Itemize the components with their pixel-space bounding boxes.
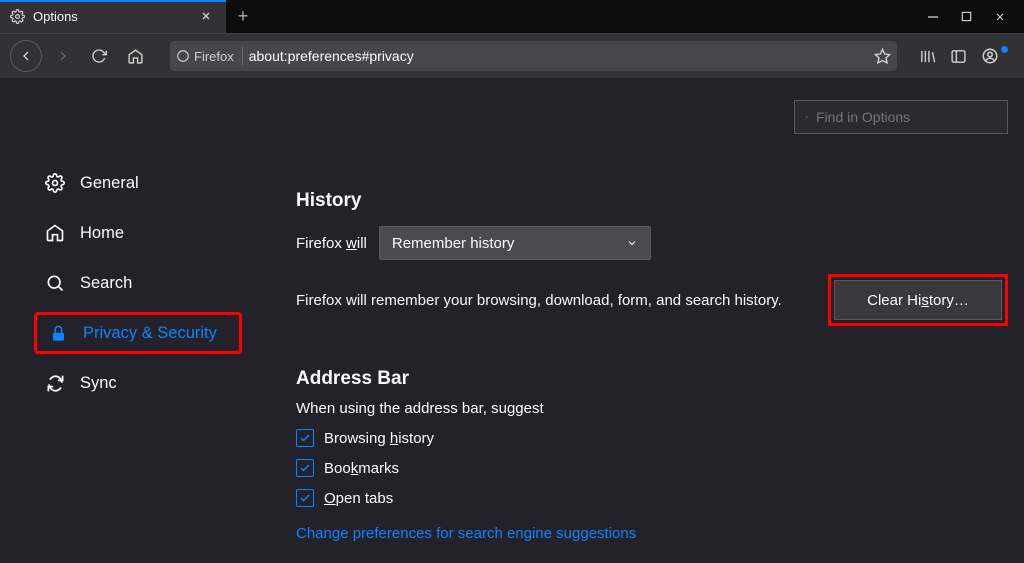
- firefox-will-label: Firefox will: [296, 235, 367, 252]
- sidebar-item-label: Home: [80, 224, 124, 243]
- sidebar-item-label: Sync: [80, 374, 117, 393]
- window-controls: [927, 0, 1024, 33]
- account-button[interactable]: [981, 47, 1006, 65]
- minimize-button[interactable]: [927, 11, 939, 23]
- back-button[interactable]: [10, 40, 42, 72]
- chevron-down-icon: [626, 237, 638, 249]
- checkbox-label: Open tabs: [324, 490, 393, 507]
- home-button[interactable]: [120, 41, 150, 71]
- sidebar-item-label: General: [80, 174, 139, 193]
- browser-tab[interactable]: Options: [0, 0, 226, 33]
- select-value: Remember history: [392, 235, 515, 252]
- reload-button[interactable]: [84, 41, 114, 71]
- titlebar: Options +: [0, 0, 1024, 33]
- sidebar-item-label: Search: [80, 274, 132, 293]
- forward-button[interactable]: [48, 41, 78, 71]
- tab-title: Options: [33, 9, 196, 24]
- firefox-brand-icon: [176, 49, 190, 63]
- identity-label: Firefox: [194, 49, 234, 64]
- clear-history-button[interactable]: Clear History…: [834, 280, 1002, 320]
- lock-icon: [47, 324, 69, 343]
- search-icon: [805, 110, 808, 124]
- sidebar-item-general[interactable]: General: [34, 162, 242, 204]
- clear-history-highlight: Clear History…: [828, 274, 1008, 326]
- identity-box[interactable]: Firefox: [176, 49, 240, 64]
- bookmark-star-button[interactable]: [874, 48, 891, 65]
- library-button[interactable]: [919, 48, 936, 65]
- tab-close-button[interactable]: [196, 7, 216, 27]
- tab-active-indicator: [0, 0, 226, 2]
- sidebar-button[interactable]: [950, 48, 967, 65]
- sidebar-item-privacy[interactable]: Privacy & Security: [34, 312, 242, 354]
- find-in-options[interactable]: [794, 100, 1008, 134]
- search-suggestions-link[interactable]: Change preferences for search engine sug…: [296, 525, 636, 542]
- checkbox-bookmarks[interactable]: [296, 459, 314, 477]
- notification-dot: [1001, 46, 1008, 53]
- checkbox-browsing-history[interactable]: [296, 429, 314, 447]
- sidebar-item-home[interactable]: Home: [34, 212, 242, 254]
- home-icon: [44, 223, 66, 243]
- checkbox-label: Browsing history: [324, 430, 434, 447]
- sync-icon: [44, 374, 66, 393]
- preferences-main: History Firefox will Remember history Fi…: [260, 78, 1024, 563]
- urlbar-separator: [242, 47, 243, 65]
- preferences-sidebar: General Home Search Privacy & Security S…: [0, 78, 260, 563]
- history-heading: History: [296, 190, 1008, 212]
- history-mode-select[interactable]: Remember history: [379, 226, 651, 260]
- gear-icon: [10, 9, 25, 24]
- nav-toolbar: Firefox: [0, 33, 1024, 78]
- addressbar-heading: Address Bar: [296, 368, 1008, 390]
- addressbar-subdesc: When using the address bar, suggest: [296, 400, 1008, 417]
- checkbox-label: Bookmarks: [324, 460, 399, 477]
- sidebar-item-search[interactable]: Search: [34, 262, 242, 304]
- sidebar-item-sync[interactable]: Sync: [34, 362, 242, 404]
- sidebar-item-label: Privacy & Security: [83, 324, 217, 343]
- close-window-button[interactable]: [994, 11, 1006, 23]
- url-bar[interactable]: Firefox: [170, 41, 897, 71]
- gear-icon: [44, 173, 66, 193]
- history-description: Firefox will remember your browsing, dow…: [296, 292, 782, 309]
- checkbox-open-tabs[interactable]: [296, 489, 314, 507]
- maximize-button[interactable]: [961, 11, 972, 22]
- search-icon: [44, 273, 66, 293]
- new-tab-button[interactable]: +: [226, 0, 260, 33]
- address-input[interactable]: [249, 48, 868, 64]
- preferences-content: General Home Search Privacy & Security S…: [0, 78, 1024, 563]
- find-input[interactable]: [816, 109, 997, 125]
